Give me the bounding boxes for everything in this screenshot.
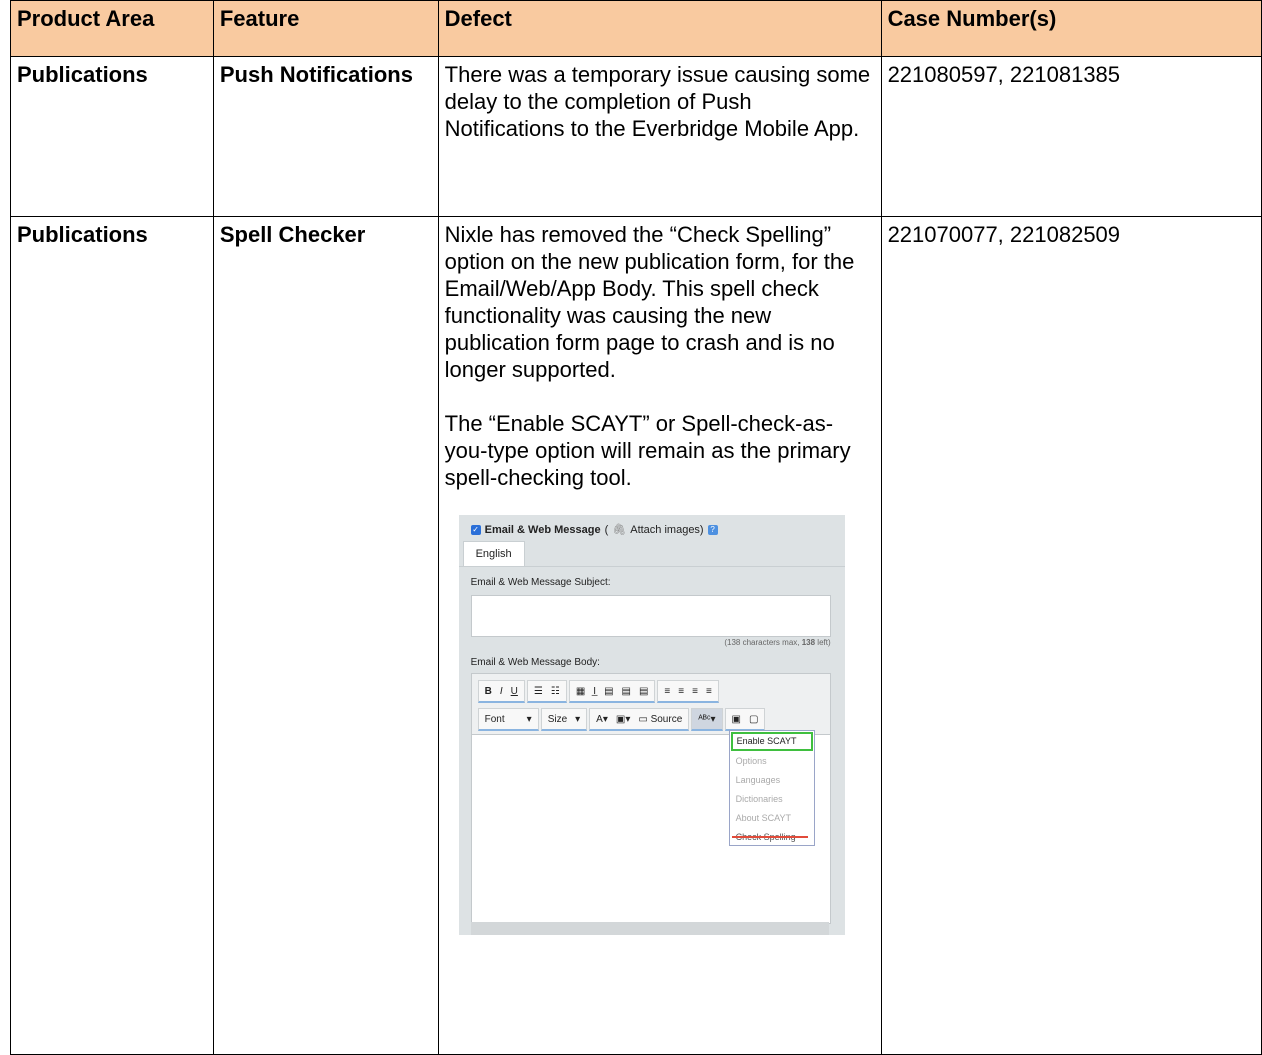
bold-icon[interactable]: B: [485, 686, 492, 697]
spellcheck-icon[interactable]: ᴬᴮᶜ▾: [698, 714, 715, 725]
bg-color-icon[interactable]: ▣▾: [616, 714, 630, 725]
body-label: Email & Web Message Body:: [470, 657, 600, 668]
align-left-icon[interactable]: ≡: [664, 686, 670, 697]
numbered-list-icon[interactable]: ☰: [534, 686, 543, 697]
case-numbers-cell: 221070077, 221082509: [880, 216, 1262, 1055]
menu-check-spelling[interactable]: Check Spelling: [730, 828, 814, 847]
menu-about-scayt[interactable]: About SCAYT: [730, 809, 814, 828]
header-product-area: Product Area: [10, 0, 214, 57]
feature-cell: Push Notifications: [212, 56, 439, 217]
size-dropdown[interactable]: Size ▾: [540, 708, 588, 731]
editor-toolbar: BIU ☰ ☷ ▦ I̲ ▤ ▤ ▤ ≡ ≡ ≡ ≡ Font ▾ Size ▾ A▾ ▣▾ ▭ Sou…: [470, 673, 831, 735]
maximize-icon[interactable]: ▣: [732, 714, 741, 725]
scayt-menu: Enable SCAYT Options Languages Dictionar…: [728, 730, 815, 847]
preview-icon[interactable]: ▢: [749, 714, 758, 725]
subject-input[interactable]: [470, 595, 831, 637]
defect-paragraph: Nixle has removed the “Check Spelling” o…: [444, 222, 855, 382]
header-defect: Defect: [437, 0, 882, 57]
text-color-icon[interactable]: A▾: [596, 714, 608, 725]
font-dropdown[interactable]: Font ▾: [477, 708, 539, 731]
clear-format-icon[interactable]: I̲: [593, 686, 596, 697]
paste-icon[interactable]: ▤: [604, 686, 613, 697]
table-icon[interactable]: ▦: [576, 686, 585, 697]
align-center-icon[interactable]: ≡: [678, 686, 684, 697]
paperclip-icon[interactable]: 🖇: [612, 523, 626, 536]
italic-icon[interactable]: I: [500, 686, 503, 697]
checkbox-icon[interactable]: ✓: [470, 524, 481, 535]
bulleted-list-icon[interactable]: ☷: [551, 686, 560, 697]
source-button[interactable]: ▭ Source: [638, 714, 682, 725]
email-web-header: ✓ Email & Web Message ( 🖇 Attach images)…: [470, 523, 718, 536]
attach-open: (: [604, 523, 609, 536]
defect-paragraph: The “Enable SCAYT” or Spell-check-as-you…: [444, 411, 851, 490]
table-row: Publications Push Notifications There wa…: [10, 56, 1262, 217]
feature-cell: Spell Checker: [212, 216, 439, 1055]
paste-word-icon[interactable]: ▤: [639, 686, 648, 697]
menu-languages[interactable]: Languages: [730, 771, 814, 790]
header-feature: Feature: [212, 0, 439, 57]
table-row: Publications Spell Checker Nixle has rem…: [10, 216, 1262, 1055]
defect-cell: Nixle has removed the “Check Spelling” o…: [437, 216, 882, 1055]
header-case-numbers: Case Number(s): [880, 0, 1262, 57]
char-count-note: (138 characters max, 138 left): [724, 638, 831, 647]
attach-images-link[interactable]: Attach images): [630, 524, 703, 536]
menu-enable-scayt[interactable]: Enable SCAYT: [730, 732, 813, 751]
underline-icon[interactable]: U: [511, 686, 518, 697]
menu-options[interactable]: Options: [730, 752, 814, 771]
subject-label: Email & Web Message Subject:: [470, 577, 611, 588]
align-right-icon[interactable]: ≡: [692, 686, 698, 697]
tab-english[interactable]: English: [462, 541, 525, 566]
product-area-cell: Publications: [10, 216, 214, 1055]
header-row: Product Area Feature Defect Case Number(…: [10, 0, 1262, 57]
justify-icon[interactable]: ≡: [706, 686, 712, 697]
defect-cell: There was a temporary issue causing some…: [437, 56, 882, 217]
product-area-cell: Publications: [10, 56, 214, 217]
embedded-screenshot: ✓ Email & Web Message ( 🖇 Attach images)…: [458, 515, 845, 935]
menu-dictionaries[interactable]: Dictionaries: [730, 790, 814, 809]
case-numbers-cell: 221080597, 221081385: [880, 56, 1262, 217]
section-title: Email & Web Message: [484, 523, 601, 536]
paste-text-icon[interactable]: ▤: [622, 686, 631, 697]
help-icon[interactable]: ?: [707, 524, 718, 535]
defect-table: Product Area Feature Defect Case Number(…: [10, 0, 1262, 1055]
